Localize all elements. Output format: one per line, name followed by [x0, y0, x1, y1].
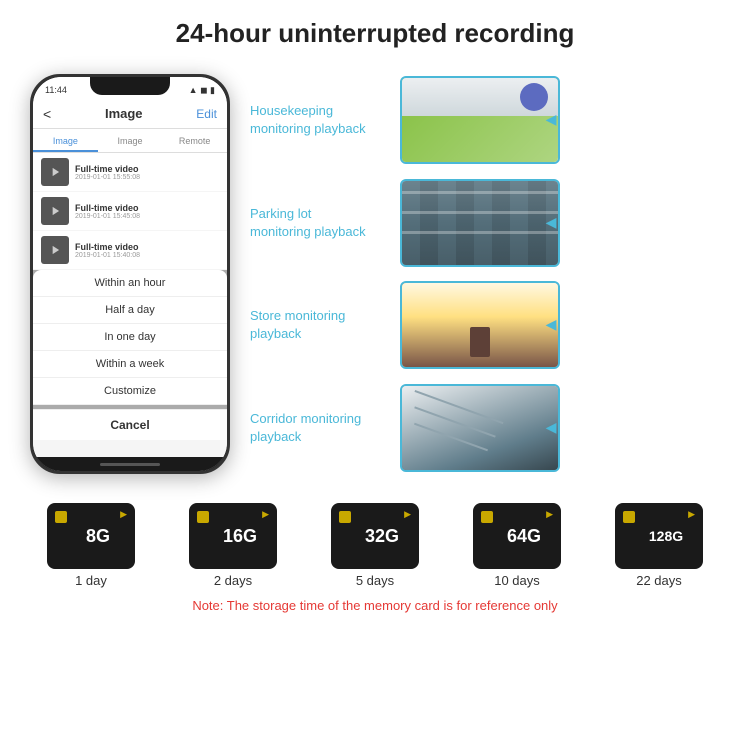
video-thumb: [41, 158, 69, 186]
phone-tab-image2[interactable]: Image: [98, 129, 163, 152]
phone-icons: ▲ ◼ ▮: [189, 85, 215, 96]
monitor-label-store: Store monitoringplayback: [250, 308, 345, 341]
monitor-photo-corridor: ◄: [400, 384, 560, 472]
phone-dropdown-overlay: Within an hour Half a day In one day Wit…: [33, 270, 227, 440]
sd-notch-64g: ▶: [546, 509, 553, 520]
phone-tab-image[interactable]: Image: [33, 129, 98, 152]
card-item-16g: 16G ▶ 2 days: [189, 503, 277, 588]
bottom-section: 8G ▶ 1 day 16G ▶ 2 days 32G ▶ 5 days 64G…: [0, 489, 750, 613]
phone-home-bar: [33, 457, 227, 471]
monitor-label-corridor: Corridor monitoringplayback: [250, 411, 361, 444]
list-item: Full-time video 2019-01-01 15:55:08: [33, 153, 227, 191]
phone-screen: 11:44 ▲ ◼ ▮ < Image Edit Image Image Rem…: [33, 77, 227, 471]
card-item-64g: 64G ▶ 10 days: [473, 503, 561, 588]
sd-card-8g: 8G ▶: [47, 503, 135, 569]
monitor-row-store: Store monitoringplayback ◄: [250, 281, 730, 369]
sd-card-label-32g: 32G: [365, 526, 399, 547]
sd-card-label-16g: 16G: [223, 526, 257, 547]
phone-tabs: Image Image Remote playback: [33, 129, 227, 153]
monitor-arrow-parking: ◄: [542, 212, 560, 233]
monitor-photo-parking: ◄: [400, 179, 560, 267]
video-thumb: [41, 236, 69, 264]
video-thumb: [41, 197, 69, 225]
card-item-8g: 8G ▶ 1 day: [47, 503, 135, 588]
monitor-row-housekeeping: Housekeepingmonitoring playback ◄: [250, 76, 730, 164]
home-indicator: [100, 463, 160, 466]
monitor-photo-housekeeping: ◄: [400, 76, 560, 164]
phone-notch: [90, 77, 170, 95]
middle-section: 11:44 ▲ ◼ ▮ < Image Edit Image Image Rem…: [0, 59, 750, 489]
monitor-arrow-housekeeping: ◄: [542, 110, 560, 131]
sd-card-label-128g: 128G: [649, 528, 683, 544]
page-title: 24-hour uninterrupted recording: [20, 18, 730, 49]
phone-list: Full-time video 2019-01-01 15:55:08 Full…: [33, 153, 227, 457]
dropdown-item-week[interactable]: Within a week: [33, 351, 227, 378]
monitor-arrow-corridor: ◄: [542, 417, 560, 438]
phone-time: 11:44: [45, 85, 67, 95]
monitoring-section: Housekeepingmonitoring playback ◄ Parkin…: [250, 59, 730, 489]
phone-mockup: 11:44 ▲ ◼ ▮ < Image Edit Image Image Rem…: [20, 59, 240, 489]
sd-card-64g: 64G ▶: [473, 503, 561, 569]
sd-card-label-64g: 64G: [507, 526, 541, 547]
sd-notch-32g: ▶: [404, 509, 411, 520]
card-days-16g: 2 days: [214, 573, 252, 588]
card-item-128g: 128G ▶ 22 days: [615, 503, 703, 588]
header: 24-hour uninterrupted recording: [0, 0, 750, 59]
sd-card-label-8g: 8G: [86, 526, 110, 547]
card-days-128g: 22 days: [636, 573, 682, 588]
phone-device: 11:44 ▲ ◼ ▮ < Image Edit Image Image Rem…: [30, 74, 230, 474]
monitor-photo-store: ◄: [400, 281, 560, 369]
card-days-64g: 10 days: [494, 573, 540, 588]
card-days-32g: 5 days: [356, 573, 394, 588]
phone-edit-button[interactable]: Edit: [196, 107, 217, 121]
card-days-8g: 1 day: [75, 573, 107, 588]
list-item: Full-time video 2019-01-01 15:40:08: [33, 231, 227, 269]
phone-nav-title: Image: [105, 106, 143, 121]
monitor-label-housekeeping: Housekeepingmonitoring playback: [250, 103, 366, 136]
sd-notch-128g: ▶: [688, 509, 695, 520]
note-text: Note: The storage time of the memory car…: [20, 594, 730, 613]
monitor-label-parking: Parking lotmonitoring playback: [250, 206, 366, 239]
memory-cards-row: 8G ▶ 1 day 16G ▶ 2 days 32G ▶ 5 days 64G…: [20, 503, 730, 588]
sd-card-32g: 32G ▶: [331, 503, 419, 569]
dropdown-item-hour[interactable]: Within an hour: [33, 270, 227, 297]
dropdown-cancel-button[interactable]: Cancel: [33, 409, 227, 440]
dropdown-item-oneday[interactable]: In one day: [33, 324, 227, 351]
phone-nav-bar: < Image Edit: [33, 99, 227, 129]
monitor-row-corridor: Corridor monitoringplayback ◄: [250, 384, 730, 472]
list-item: Full-time video 2019-01-01 15:45:08: [33, 192, 227, 230]
sd-card-16g: 16G ▶: [189, 503, 277, 569]
card-item-32g: 32G ▶ 5 days: [331, 503, 419, 588]
monitor-row-parking: Parking lotmonitoring playback ◄: [250, 179, 730, 267]
dropdown-item-halfday[interactable]: Half a day: [33, 297, 227, 324]
phone-back-button[interactable]: <: [43, 106, 51, 122]
phone-dropdown-menu: Within an hour Half a day In one day Wit…: [33, 270, 227, 405]
sd-card-128g: 128G ▶: [615, 503, 703, 569]
sd-notch-16g: ▶: [262, 509, 269, 520]
sd-notch-8g: ▶: [120, 509, 127, 520]
dropdown-item-customize[interactable]: Customize: [33, 378, 227, 405]
phone-tab-remote[interactable]: Remote playback: [162, 129, 227, 152]
monitor-arrow-store: ◄: [542, 315, 560, 336]
